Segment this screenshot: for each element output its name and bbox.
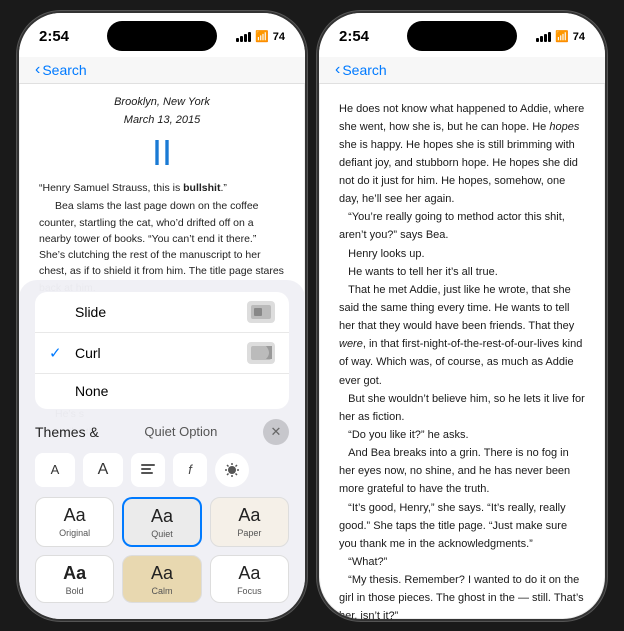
theme-focus[interactable]: Aa Focus bbox=[210, 555, 289, 603]
right-signal-icon bbox=[536, 32, 551, 42]
right-para-3: He wants to tell her it’s all true. bbox=[339, 263, 585, 281]
right-para-10: “My thesis. Remember? I wanted to do it … bbox=[339, 571, 585, 620]
right-para-2: Henry looks up. bbox=[339, 245, 585, 263]
curl-icon bbox=[247, 342, 275, 364]
theme-calm-label: Calm bbox=[151, 586, 172, 596]
transition-options: Slide ✓ Curl None bbox=[35, 292, 289, 409]
font-controls-row: A A f bbox=[35, 453, 289, 487]
battery-level: 74 bbox=[273, 31, 285, 43]
slide-option[interactable]: Slide bbox=[35, 292, 289, 333]
themes-header-row: Themes & Quiet Option ✕ bbox=[35, 419, 289, 445]
right-book-text: He does not know what happened to Addie,… bbox=[339, 100, 585, 621]
chevron-left-icon: ‹ bbox=[35, 61, 40, 79]
right-para-7: And Bea breaks into a grin. There is no … bbox=[339, 444, 585, 498]
right-nav-back-label: Search bbox=[342, 62, 386, 78]
theme-quiet[interactable]: Aa Quiet bbox=[122, 497, 201, 547]
theme-paper-aa: Aa bbox=[238, 506, 260, 524]
curl-label: Curl bbox=[75, 345, 101, 361]
theme-paper-label: Paper bbox=[237, 528, 261, 538]
right-nav-bar: ‹ Search bbox=[319, 57, 605, 84]
curl-option[interactable]: ✓ Curl bbox=[35, 333, 289, 374]
slide-check bbox=[49, 303, 67, 320]
right-para-6: “Do you like it?” he asks. bbox=[339, 426, 585, 444]
theme-bold[interactable]: Aa Bold bbox=[35, 555, 114, 603]
left-nav-back-label: Search bbox=[42, 62, 86, 78]
phones-container: 2:54 📶 74 ‹ Search Brooklyn, N bbox=[17, 11, 607, 621]
theme-focus-label: Focus bbox=[237, 586, 262, 596]
right-book-content: He does not know what happened to Addie,… bbox=[319, 84, 605, 621]
theme-quiet-label: Quiet bbox=[151, 529, 173, 539]
right-chevron-left-icon: ‹ bbox=[335, 61, 340, 79]
right-para-1: “You’re really going to method actor thi… bbox=[339, 208, 585, 244]
right-back-button[interactable]: ‹ Search bbox=[335, 61, 387, 79]
themes-label: Themes & bbox=[35, 424, 99, 440]
left-back-button[interactable]: ‹ Search bbox=[35, 61, 87, 79]
right-para-9: “What?” bbox=[339, 553, 585, 571]
font-style-icon[interactable] bbox=[131, 453, 165, 487]
none-check bbox=[49, 383, 67, 400]
right-wifi-icon: 📶 bbox=[555, 30, 569, 43]
font-increase-button[interactable]: A bbox=[83, 453, 123, 487]
close-panel-button[interactable]: ✕ bbox=[263, 419, 289, 445]
right-para-0: He does not know what happened to Addie,… bbox=[339, 100, 585, 209]
right-battery-level: 74 bbox=[573, 31, 585, 43]
dynamic-island bbox=[107, 21, 217, 51]
theme-quiet-aa: Aa bbox=[151, 507, 173, 525]
right-para-8: “It’s good, Henry,” she says. “It’s real… bbox=[339, 499, 585, 553]
theme-focus-aa: Aa bbox=[238, 564, 260, 582]
right-dynamic-island bbox=[407, 21, 517, 51]
book-header: Brooklyn, New York March 13, 2015 II bbox=[39, 94, 285, 173]
right-para-5: But she wouldn’t believe him, so he lets… bbox=[339, 390, 585, 426]
slide-label: Slide bbox=[75, 304, 106, 320]
curl-check: ✓ bbox=[49, 344, 67, 362]
left-time: 2:54 bbox=[39, 28, 69, 45]
right-status-icons: 📶 74 bbox=[536, 30, 585, 43]
book-para-0: “Henry Samuel Strauss, this is bullshit.… bbox=[39, 180, 285, 196]
right-para-4: That he met Addie, just like he wrote, t… bbox=[339, 281, 585, 390]
theme-original-aa: Aa bbox=[64, 506, 86, 524]
theme-original-label: Original bbox=[59, 528, 90, 538]
left-phone: 2:54 📶 74 ‹ Search Brooklyn, N bbox=[17, 11, 307, 621]
theme-bold-aa: Aa bbox=[63, 564, 86, 582]
wifi-icon: 📶 bbox=[255, 30, 269, 43]
book-date: March 13, 2015 bbox=[39, 112, 285, 129]
theme-original[interactable]: Aa Original bbox=[35, 497, 114, 547]
brightness-icon[interactable] bbox=[215, 453, 249, 487]
slide-icon bbox=[247, 301, 275, 323]
right-time: 2:54 bbox=[339, 28, 369, 45]
theme-grid: Aa Original Aa Quiet Aa Paper Aa Bold Aa bbox=[35, 497, 289, 603]
theme-calm-aa: Aa bbox=[151, 564, 173, 582]
signal-icon bbox=[236, 32, 251, 42]
font-decrease-button[interactable]: A bbox=[35, 453, 75, 487]
slide-panel: Slide ✓ Curl None bbox=[19, 280, 305, 619]
theme-bold-label: Bold bbox=[66, 586, 84, 596]
font-serif-icon[interactable]: f bbox=[173, 453, 207, 487]
book-location: Brooklyn, New York bbox=[39, 94, 285, 111]
none-option[interactable]: None bbox=[35, 374, 289, 409]
none-label: None bbox=[75, 383, 108, 399]
theme-calm[interactable]: Aa Calm bbox=[122, 555, 201, 603]
right-phone: 2:54 📶 74 ‹ Search He does not bbox=[317, 11, 607, 621]
left-status-icons: 📶 74 bbox=[236, 30, 285, 43]
chapter-number: II bbox=[39, 133, 285, 173]
quiet-option-label: Quiet Option bbox=[144, 424, 217, 439]
left-nav-bar: ‹ Search bbox=[19, 57, 305, 84]
theme-paper[interactable]: Aa Paper bbox=[210, 497, 289, 547]
